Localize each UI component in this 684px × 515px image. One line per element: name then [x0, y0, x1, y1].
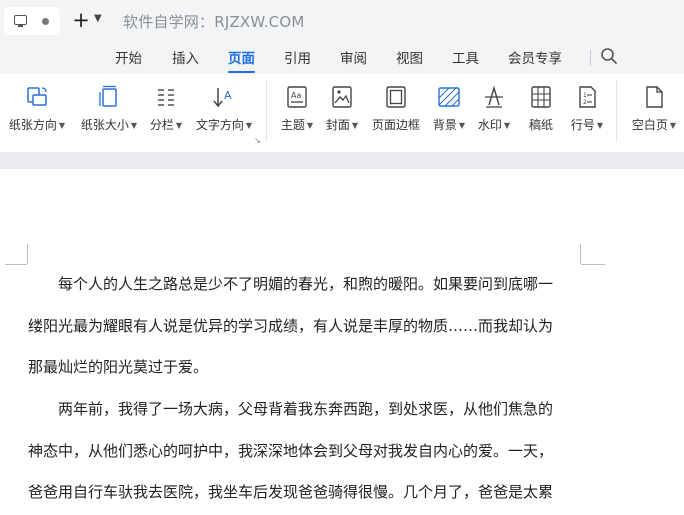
text-direction-label: 文字方向	[195, 118, 244, 132]
line-number-icon: 1 2	[579, 86, 596, 108]
search-icon[interactable]	[600, 47, 618, 65]
text-line: 那最灿烂的阳光莫过于爱。	[28, 358, 209, 376]
background-icon	[438, 87, 460, 107]
page-border-button[interactable]: 页面边框	[369, 84, 423, 133]
chevron-down-icon[interactable]: ▼	[94, 13, 102, 24]
columns-label: 分栏	[149, 118, 174, 132]
text-line: 缕阳光最为耀眼有人说是优异的学习成绩，有人说是丰厚的物质……而我却认为	[28, 316, 554, 335]
line-number-label: 行号	[570, 118, 595, 132]
tab-page[interactable]: 页面	[228, 47, 255, 73]
page-orientation-icon	[27, 87, 47, 106]
menu-divider	[590, 50, 591, 66]
menu-bar: 开始 插入 页面 引用 审阅 视图 工具 会员专享	[0, 42, 684, 74]
tab-tools[interactable]: 工具	[452, 47, 479, 67]
paragraph[interactable]: 两年前，我得了一场大病，父母背着我东奔西跑，到处求医，从他们焦急的 神态中，从他…	[28, 389, 584, 513]
page-border-label: 页面边框	[371, 118, 420, 132]
site-watermark: 软件自学网：RJZXW.COM	[123, 13, 305, 31]
manuscript-button[interactable]: 稿纸	[523, 84, 559, 133]
ribbon-divider	[616, 80, 617, 142]
page-orientation-label: 纸张方向	[8, 118, 57, 132]
text-line: 爸爸用自行车驮我去医院，我坐车后发现爸爸骑得很慢。几个月了，爸爸是太累	[28, 483, 554, 501]
text-line: 每个人的人生之路总是少不了明媚的春光，和煦的暖阳。如果要问到底哪一	[58, 275, 554, 293]
page-border-icon	[386, 86, 406, 108]
theme-label: 主题	[280, 118, 305, 132]
tab-insert[interactable]: 插入	[172, 47, 199, 67]
columns-icon	[158, 89, 174, 106]
svg-text:1: 1	[583, 92, 587, 99]
tab-status-dot	[42, 18, 49, 25]
text-direction-icon: A	[213, 88, 232, 108]
blank-page-button[interactable]: 空白页 ▼	[627, 84, 681, 133]
cover-button[interactable]: 封面 ▼	[322, 84, 362, 133]
page-orientation-button[interactable]: 纸张方向 ▼	[7, 84, 67, 133]
margin-corner-mark	[27, 244, 28, 264]
cover-icon	[332, 86, 352, 108]
page-size-icon	[99, 85, 117, 107]
svg-text:2: 2	[583, 99, 587, 106]
text-line: 神态中，从他们悉心的呵护中，我深深地体会到父母对我发自内心的爱。一天，	[28, 441, 554, 460]
watermark-icon	[485, 85, 503, 108]
svg-text:Aa: Aa	[291, 91, 301, 100]
tab-view[interactable]: 视图	[396, 47, 423, 67]
manuscript-icon	[531, 86, 551, 108]
title-bar: + ▼ 软件自学网：RJZXW.COM	[0, 0, 684, 42]
margin-corner-mark	[580, 244, 581, 264]
background-label: 背景	[432, 118, 457, 132]
page-size-button[interactable]: 纸张大小 ▼	[77, 84, 141, 133]
document-tab[interactable]	[4, 7, 60, 35]
watermark-button[interactable]: 水印 ▼	[474, 84, 514, 133]
margin-corner-mark	[5, 264, 27, 265]
text-direction-button[interactable]: A 文字方向 ▼	[192, 84, 256, 133]
text-line: 两年前，我得了一场大病，父母背着我东奔西跑，到处求医，从他们焦急的	[58, 400, 554, 418]
cover-label: 封面	[325, 118, 350, 132]
paragraph[interactable]: 每个人的人生之路总是少不了明媚的春光，和煦的暖阳。如果要问到底哪一 缕阳光最为耀…	[28, 264, 584, 389]
line-number-button[interactable]: 1 2 行号 ▼	[567, 84, 607, 133]
ribbon-divider	[266, 80, 267, 142]
monitor-icon	[14, 15, 27, 27]
new-tab-button[interactable]: +	[72, 9, 90, 31]
margin-corner-mark	[581, 264, 605, 265]
page-size-label: 纸张大小	[80, 118, 129, 132]
blank-page-label: 空白页	[631, 118, 668, 132]
theme-icon: Aa	[287, 86, 307, 108]
svg-text:A: A	[224, 89, 232, 102]
background-button[interactable]: 背景 ▼	[429, 84, 469, 133]
tab-review[interactable]: 审阅	[340, 47, 367, 67]
tab-member[interactable]: 会员专享	[508, 47, 562, 67]
dialog-launcher-icon[interactable]: ↘	[254, 136, 261, 145]
manuscript-label: 稿纸	[528, 118, 553, 132]
blank-page-icon	[646, 86, 663, 108]
watermark-label: 水印	[477, 118, 502, 132]
tab-start[interactable]: 开始	[115, 47, 142, 67]
ribbon-toolbar: 纸张方向 ▼ 纸张大小 ▼ 分栏 ▼ A 文字方向 ▼ ↘ Aa 主题 ▼ 封面…	[0, 74, 684, 153]
columns-button[interactable]: 分栏 ▼	[146, 84, 186, 133]
tab-reference[interactable]: 引用	[284, 47, 311, 67]
theme-button[interactable]: Aa 主题 ▼	[277, 84, 317, 133]
